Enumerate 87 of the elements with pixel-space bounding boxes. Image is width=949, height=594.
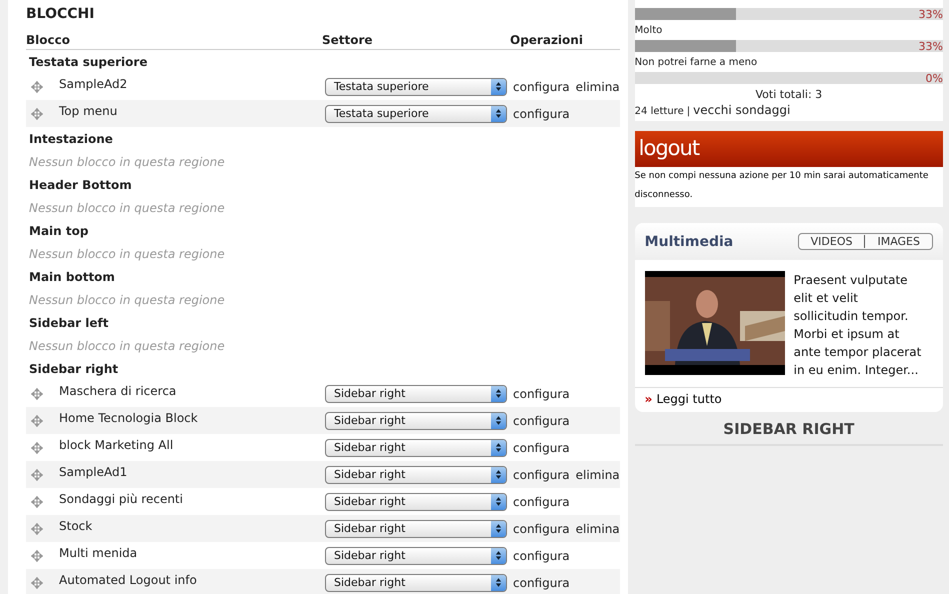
region-heading: Header Bottom [29, 178, 132, 192]
operation-link[interactable]: configura [513, 522, 570, 536]
block-name: Top menu [59, 104, 118, 118]
read-count: 24 letture [634, 106, 684, 117]
region-heading: Main top [29, 224, 88, 238]
read-more-link[interactable]: Leggi tutto [656, 392, 722, 406]
poll-option-label: Non potrei farne a meno [634, 56, 758, 70]
poll-total: Voti totali: 3 [754, 87, 824, 103]
region-select[interactable]: Sidebar right [325, 546, 507, 564]
old-polls-link[interactable]: vecchi sondaggi [693, 103, 790, 117]
empty-message: Nessun blocco in questa regione [29, 246, 225, 260]
up-down-arrows-icon [495, 496, 502, 507]
media-tab[interactable]: IMAGES [864, 235, 932, 248]
region-heading: Main bottom [29, 270, 115, 284]
media-tab[interactable]: VIDEOS [798, 235, 864, 248]
drag-handle-icon[interactable] [31, 108, 43, 120]
block-name: Sondaggi più recenti [59, 492, 183, 506]
empty-message: Nessun blocco in questa regione [29, 292, 225, 306]
block-name: SampleAd2 [59, 76, 128, 90]
block-name: SampleAd1 [59, 464, 128, 478]
region-select[interactable]: Sidebar right [325, 438, 507, 456]
drag-handle-icon[interactable] [31, 468, 43, 480]
operation-link[interactable]: configura [513, 440, 570, 454]
up-down-arrows-icon [495, 81, 502, 92]
operation-link[interactable]: configura [513, 576, 570, 590]
drag-handle-icon[interactable] [31, 388, 43, 400]
region-select[interactable]: Sidebar right [325, 492, 507, 510]
drag-handle-icon[interactable] [31, 414, 43, 426]
drag-handle-icon[interactable] [31, 522, 43, 534]
operation-link[interactable]: configura [513, 106, 570, 120]
block-name: Maschera di ricerca [59, 384, 176, 398]
empty-message: Nessun blocco in questa regione [29, 200, 225, 214]
operation-link[interactable]: configura [513, 80, 570, 94]
up-down-arrows-icon [495, 469, 502, 480]
drag-handle-icon[interactable] [31, 550, 43, 562]
column-header: Blocco [26, 33, 71, 47]
poll-percent: 0% [926, 72, 943, 86]
up-down-arrows-icon [495, 577, 502, 588]
operation-link[interactable]: elimina [576, 522, 620, 536]
region-heading: Sidebar right [29, 362, 118, 376]
up-down-arrows-icon [495, 108, 502, 119]
block-name: Automated Logout info [59, 572, 197, 586]
region-label: SIDEBAR RIGHT [634, 412, 943, 446]
region-select[interactable]: Sidebar right [325, 520, 507, 538]
block-name: Home Tecnologia Block [59, 410, 198, 424]
up-down-arrows-icon [495, 388, 502, 399]
region-select[interactable]: Testata superiore [325, 104, 507, 122]
drag-handle-icon[interactable] [31, 496, 43, 508]
block-name: block Marketing All [59, 438, 174, 452]
drag-handle-icon[interactable] [31, 80, 43, 92]
operation-link[interactable]: configura [513, 386, 570, 400]
operation-link[interactable]: elimina [576, 468, 620, 482]
operation-link[interactable]: configura [513, 548, 570, 562]
region-select[interactable]: Sidebar right [325, 574, 507, 592]
logout-banner: logout [634, 131, 943, 167]
region-select[interactable]: Testata superiore [325, 78, 507, 96]
chevron-icon: » [644, 392, 652, 406]
operation-link[interactable]: configura [513, 468, 570, 482]
poll-percent: 33% [918, 8, 943, 22]
region-select[interactable]: Sidebar right [325, 412, 507, 430]
region-heading: Intestazione [29, 132, 113, 146]
column-header: Operazioni [510, 33, 583, 47]
up-down-arrows-icon [495, 442, 502, 453]
up-down-arrows-icon [495, 523, 502, 534]
drag-handle-icon[interactable] [31, 576, 43, 588]
region-heading: Testata superiore [29, 54, 148, 68]
up-down-arrows-icon [495, 550, 502, 561]
drag-handle-icon[interactable] [31, 442, 43, 454]
logout-note: Se non compi nessuna azione per 10 min sarai automaticamente disconnesso. [634, 170, 930, 202]
multimedia-title: Multimedia [644, 234, 734, 250]
empty-message: Nessun blocco in questa regione [29, 154, 225, 168]
separator: | [686, 106, 690, 117]
page-title: BLOCCHI [26, 6, 96, 24]
operation-link[interactable]: configura [513, 414, 570, 428]
operation-link[interactable]: configura [513, 494, 570, 508]
poll-option-label: Molto [634, 24, 664, 38]
column-header: Settore [322, 33, 374, 47]
poll-percent: 33% [918, 40, 943, 54]
block-name: Stock [59, 518, 92, 532]
region-heading: Sidebar left [29, 316, 108, 330]
block-name: Multi menida [59, 546, 138, 560]
region-select[interactable]: Sidebar right [325, 384, 507, 402]
up-down-arrows-icon [495, 415, 502, 426]
operation-link[interactable]: elimina [576, 80, 620, 94]
empty-message: Nessun blocco in questa regione [29, 338, 225, 352]
region-select[interactable]: Sidebar right [325, 466, 507, 484]
media-description: Praesent vulputate elit et velit sollicitudin tempor. Morbi et ipsum at ante tempor placerat in eu enim. Integer... [794, 272, 922, 379]
